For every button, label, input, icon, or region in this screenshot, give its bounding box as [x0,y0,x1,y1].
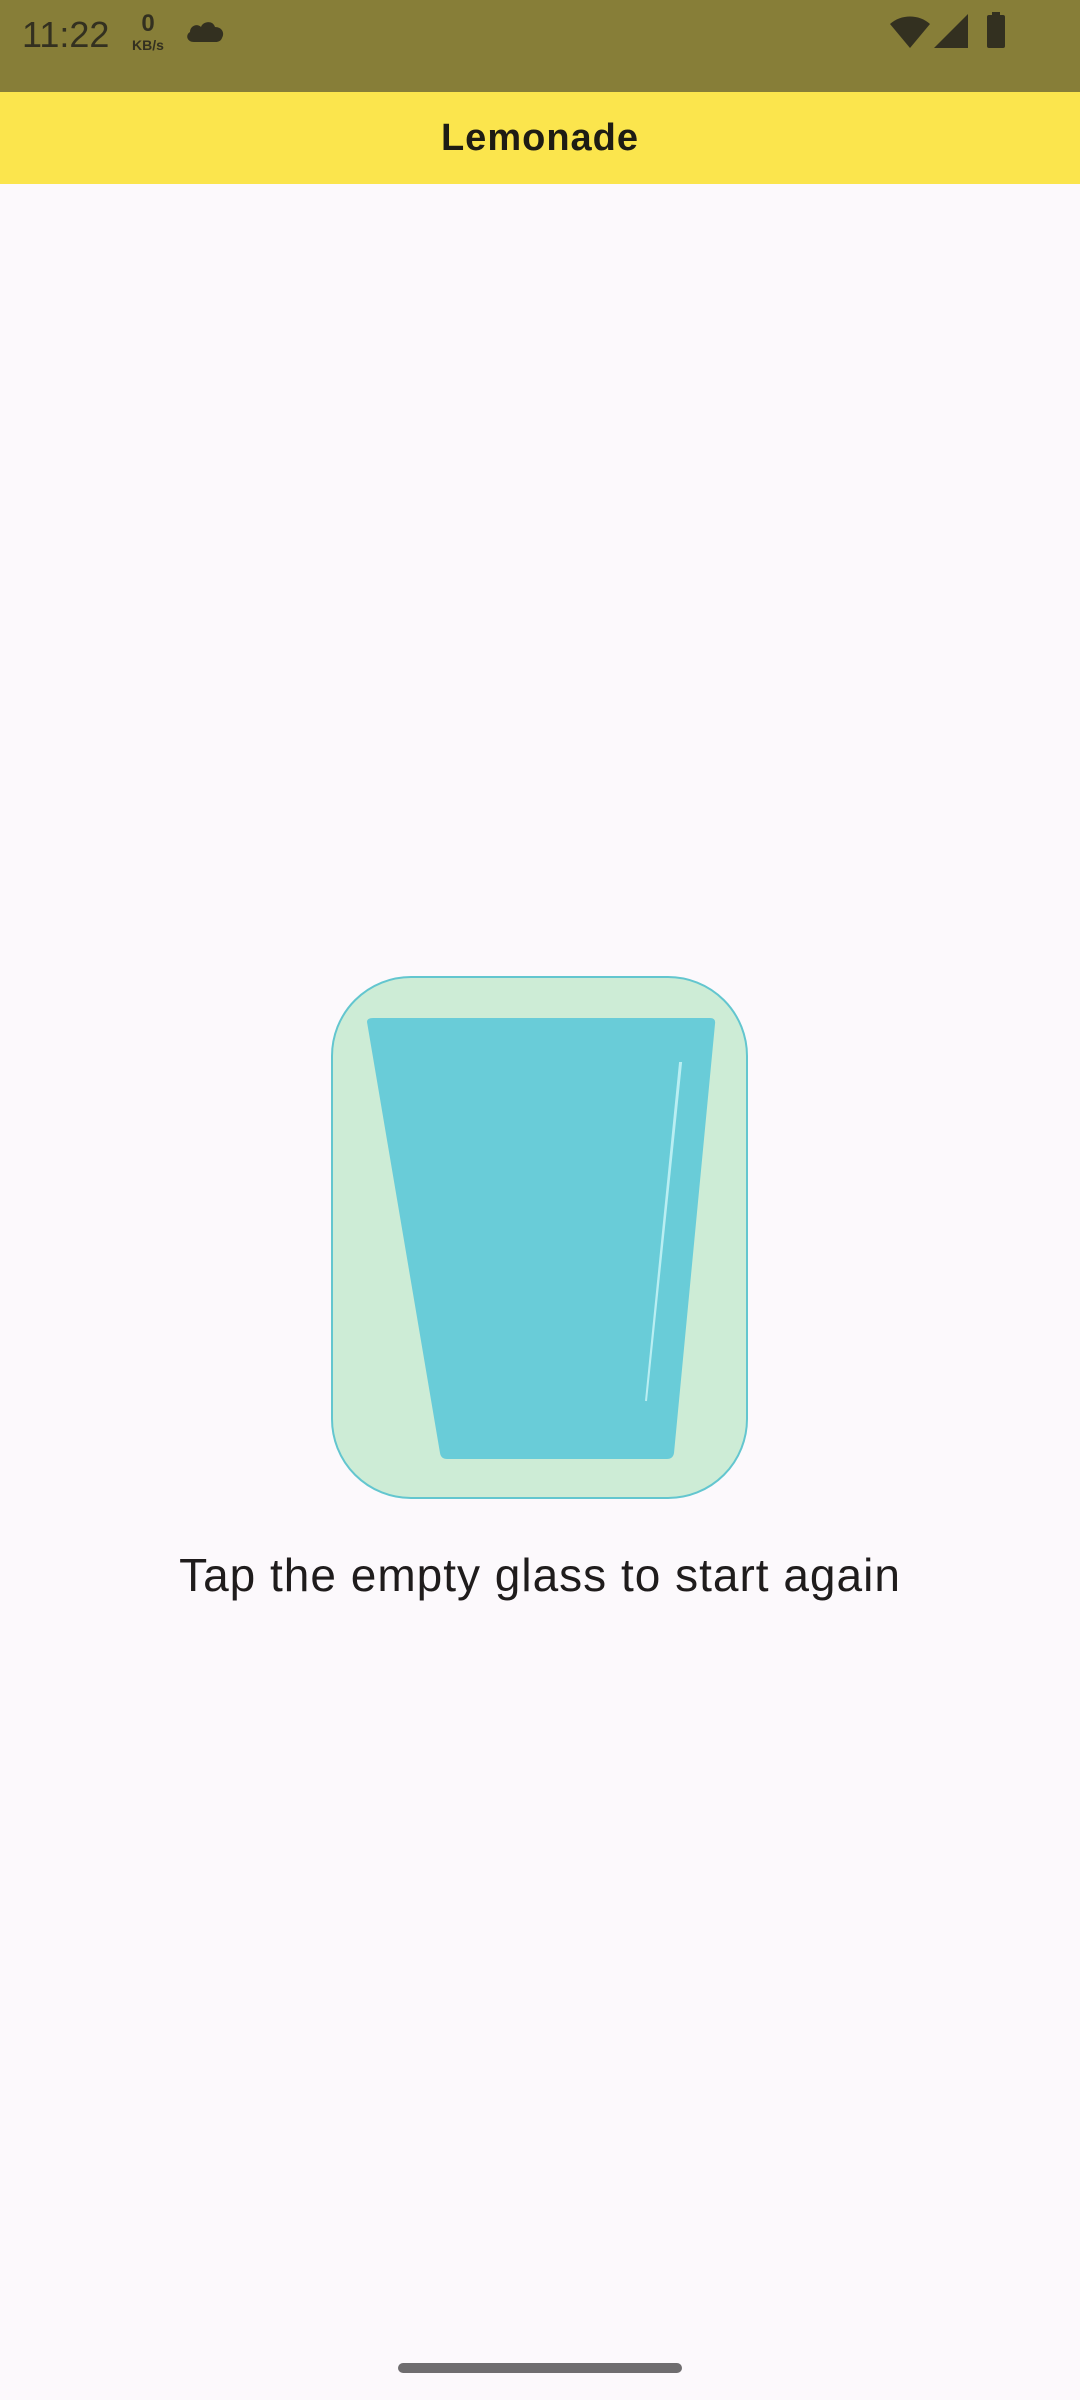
status-bar: 11:22 0 KB/s [0,0,1080,92]
status-time: 11:22 [22,14,110,55]
app-bar: Lemonade [0,92,1080,184]
app-title: Lemonade [440,116,640,159]
gesture-navigation-bar[interactable] [398,2363,682,2373]
lemonade-screen: 11:22 0 KB/s Lemonade Tap the empty glas… [0,0,1080,2400]
instruction-text: Tap the empty glass to start again [179,1549,901,1601]
empty-glass-button[interactable] [331,976,748,1499]
cell-signal-icon [934,14,968,53]
empty-glass-icon [367,1018,716,1459]
battery-icon [986,12,1006,53]
network-speed-value: 0 [141,10,155,37]
network-speed: 0 KB/s [126,10,170,53]
network-speed-unit: KB/s [132,37,164,53]
cloud-icon [184,18,226,49]
wifi-icon [890,16,930,53]
